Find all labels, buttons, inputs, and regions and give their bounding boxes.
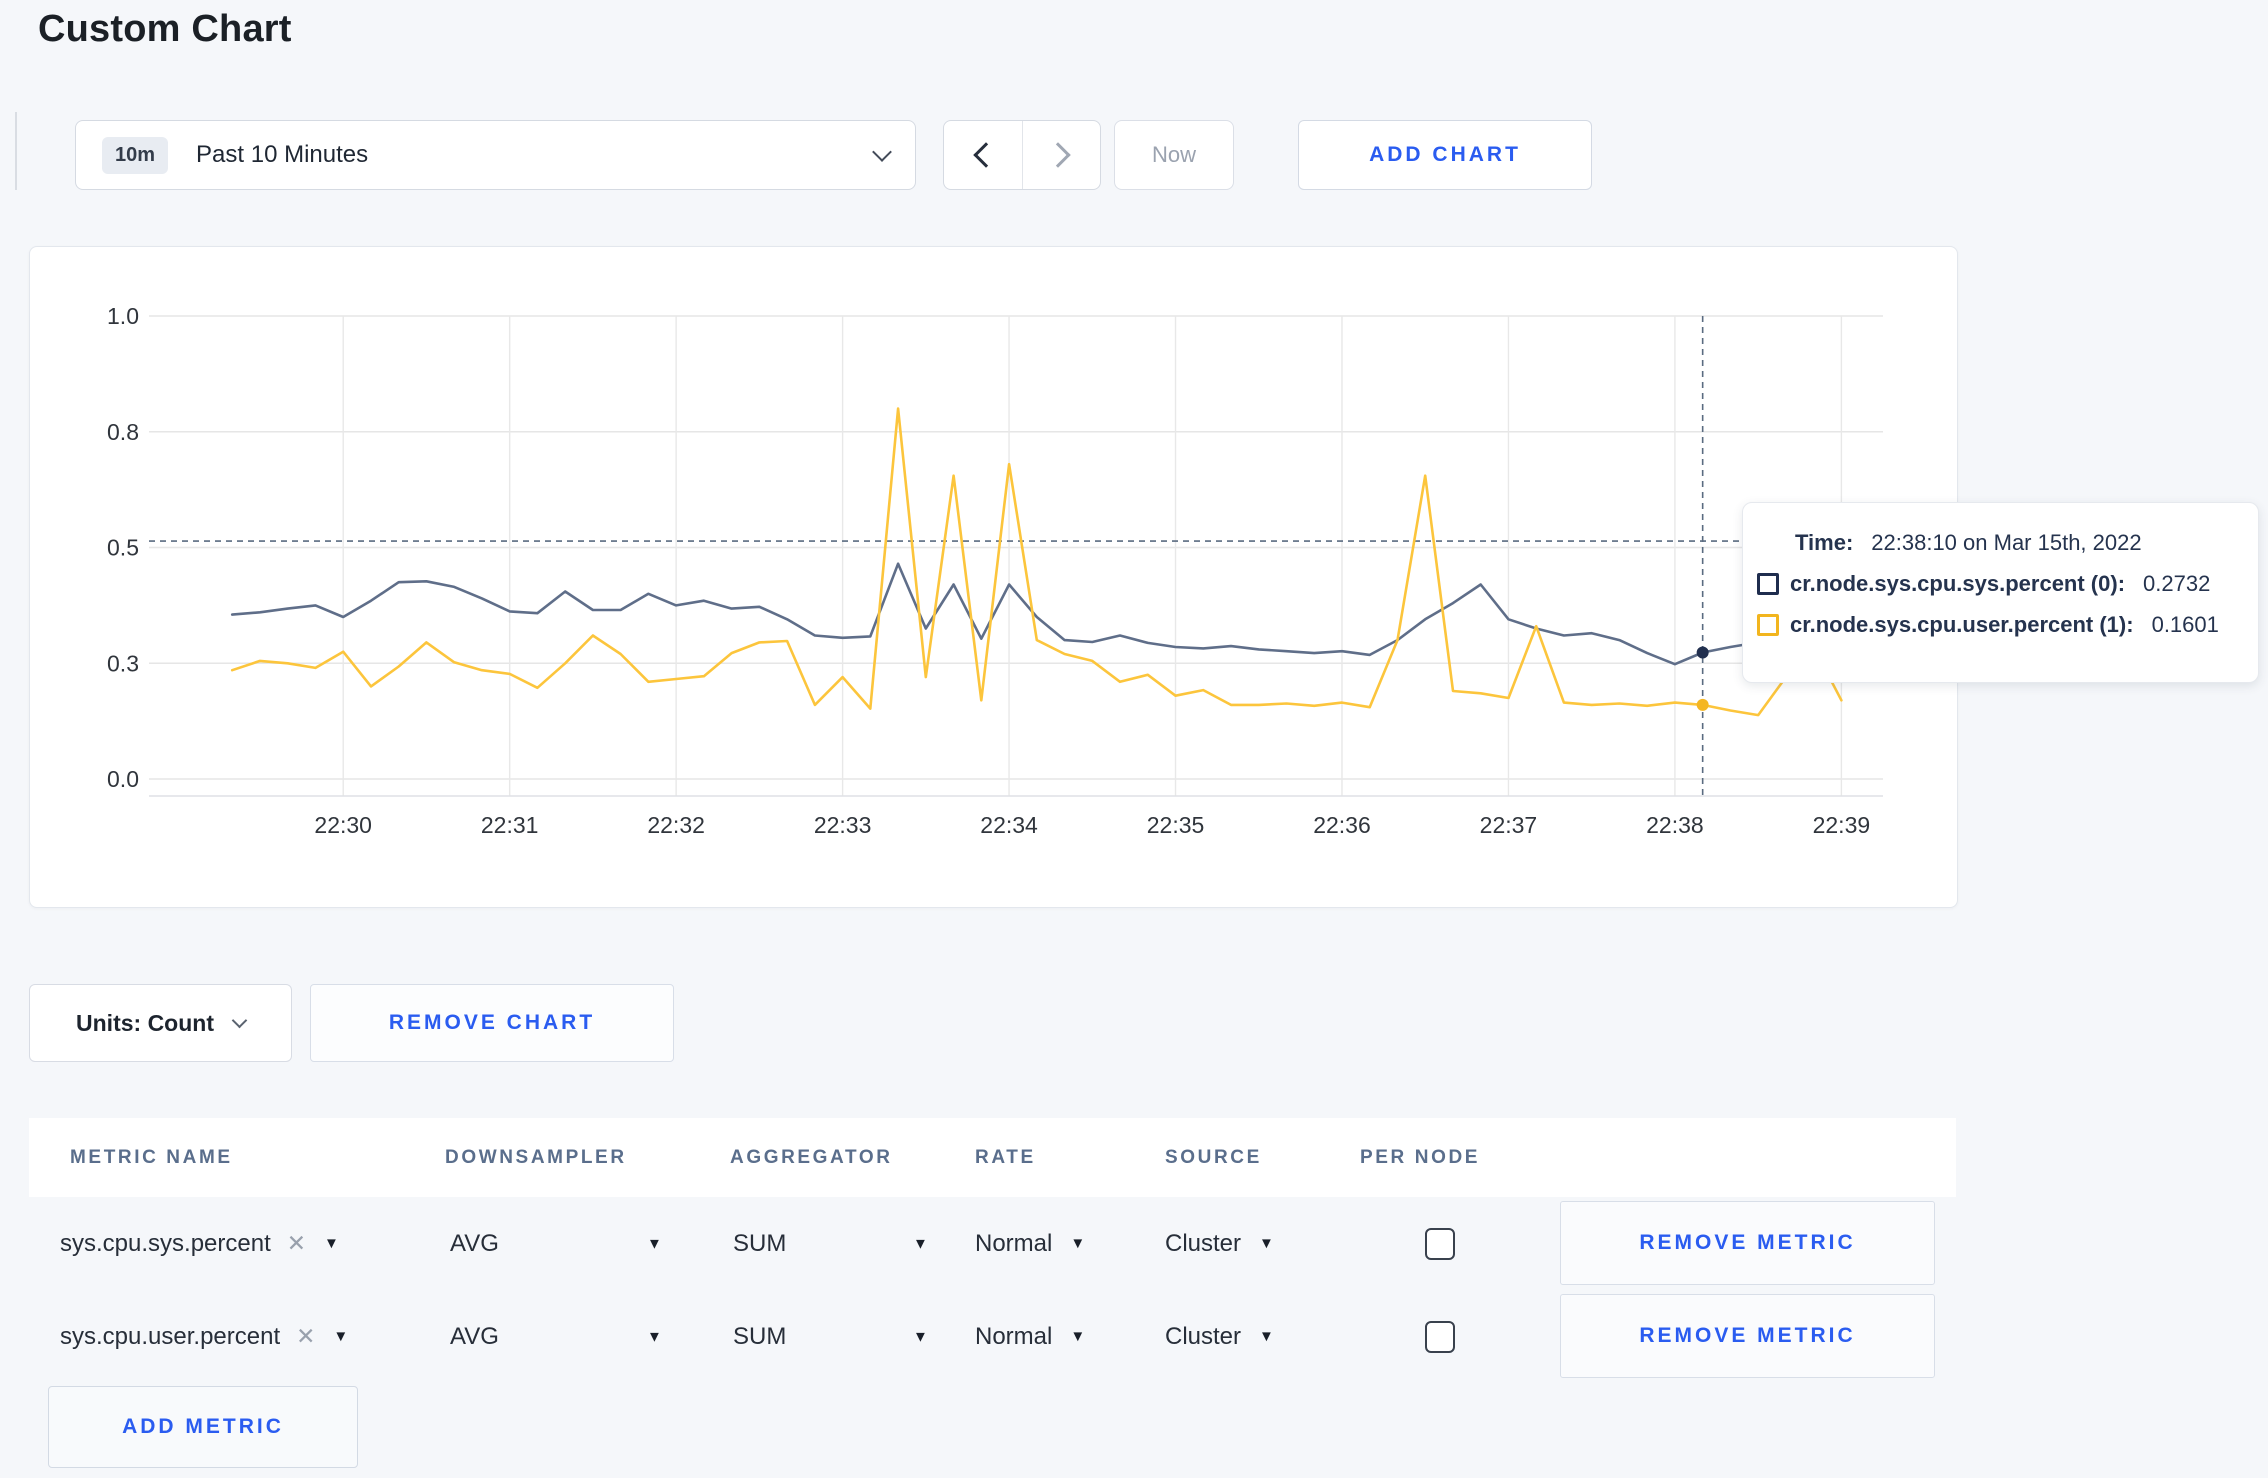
timeframe-badge: 10m — [102, 136, 169, 174]
chevron-down-icon: ▼ — [333, 1328, 349, 1345]
header-source: SOURCE — [1165, 1146, 1262, 1168]
timeframe-select[interactable]: 10m Past 10 Minutes — [75, 120, 916, 190]
chevron-down-icon: ▼ — [1070, 1328, 1086, 1345]
chevron-right-icon — [1045, 142, 1071, 168]
tooltip-time-label: Time: — [1795, 530, 1854, 555]
header-aggregator: AGGREGATOR — [730, 1146, 893, 1168]
table-row: sys.cpu.sys.percent ✕ ▼ AVG ▼ SUM ▼ Norm… — [29, 1197, 1956, 1290]
series-user-swatch-icon — [1757, 614, 1779, 636]
chevron-down-icon[interactable]: ▼ — [913, 1328, 928, 1345]
source-select[interactable]: Cluster ▼ — [1165, 1323, 1274, 1351]
rate-select[interactable]: Normal ▼ — [975, 1323, 1085, 1351]
clear-metric-icon[interactable]: ✕ — [287, 1230, 306, 1257]
x-tick-label: 22:34 — [980, 812, 1038, 838]
source-value: Cluster — [1165, 1322, 1242, 1350]
units-label: Units: Count — [76, 1009, 214, 1036]
y-tick-label: 0.3 — [107, 650, 139, 676]
y-tick-label: 0.0 — [107, 766, 139, 792]
rate-value: Normal — [975, 1229, 1053, 1257]
per-node-checkbox[interactable] — [1425, 1227, 1455, 1260]
per-node-checkbox[interactable] — [1425, 1320, 1455, 1353]
chart-card: 0.0 0.3 0.5 0.8 1.0 22:30 22:31 22:32 22:33 22:34… — [29, 246, 1958, 908]
metrics-chart[interactable]: 0.0 0.3 0.5 0.8 1.0 22:30 22:31 22:32 22:33 22:34… — [30, 247, 1957, 907]
chevron-down-icon: ▼ — [1070, 1235, 1086, 1252]
timeframe-label: Past 10 Minutes — [196, 141, 369, 168]
x-tick-label: 22:32 — [647, 812, 705, 838]
source-select[interactable]: Cluster ▼ — [1165, 1230, 1274, 1258]
downsampler-select[interactable]: AVG — [450, 1323, 499, 1351]
time-nav-group — [943, 120, 1101, 190]
y-tick-label: 1.0 — [107, 303, 139, 329]
header-per-node: PER NODE — [1360, 1146, 1481, 1168]
tooltip-series-user-name: cr.node.sys.cpu.user.percent (1): — [1790, 612, 2134, 637]
metric-name-select[interactable]: sys.cpu.user.percent ✕ ▼ — [60, 1323, 348, 1351]
time-next-button[interactable] — [1023, 121, 1101, 189]
y-tick-label: 0.5 — [107, 535, 139, 561]
add-metric-button[interactable]: ADD METRIC — [48, 1386, 358, 1468]
header-rate: RATE — [975, 1146, 1036, 1168]
x-tick-label: 22:38 — [1646, 812, 1704, 838]
aggregator-value: SUM — [733, 1229, 787, 1257]
aggregator-select[interactable]: SUM — [733, 1230, 786, 1258]
rate-value: Normal — [975, 1322, 1053, 1350]
tooltip-series-sys-value: 0.2732 — [2143, 571, 2211, 596]
x-tick-label: 22:37 — [1480, 812, 1538, 838]
header-metric-name: METRIC NAME — [70, 1146, 233, 1168]
x-tick-label: 22:39 — [1813, 812, 1871, 838]
aggregator-select[interactable]: SUM — [733, 1323, 786, 1351]
x-tick-label: 22:35 — [1147, 812, 1205, 838]
remove-metric-button[interactable]: REMOVE METRIC — [1560, 1294, 1935, 1378]
chevron-down-icon: ▼ — [1259, 1328, 1274, 1345]
x-tick-label: 22:33 — [814, 812, 872, 838]
source-value: Cluster — [1165, 1229, 1242, 1257]
metric-name-label: sys.cpu.sys.percent — [60, 1229, 271, 1257]
time-prev-button[interactable] — [944, 121, 1023, 189]
chevron-down-icon — [231, 1012, 248, 1028]
metric-name-select[interactable]: sys.cpu.sys.percent ✕ ▼ — [60, 1230, 339, 1258]
rate-select[interactable]: Normal ▼ — [975, 1230, 1085, 1258]
remove-chart-button[interactable]: REMOVE CHART — [310, 984, 674, 1062]
x-tick-label: 22:36 — [1313, 812, 1371, 838]
x-tick-label: 22:30 — [314, 812, 372, 838]
series-sys-swatch-icon — [1757, 573, 1779, 595]
crosshair-marker — [1696, 646, 1709, 659]
clear-metric-icon[interactable]: ✕ — [296, 1323, 315, 1350]
table-row: sys.cpu.user.percent ✕ ▼ AVG ▼ SUM ▼ Nor… — [29, 1290, 1956, 1383]
chevron-down-icon: ▼ — [324, 1235, 339, 1252]
x-tick-label: 22:31 — [481, 812, 539, 838]
chevron-down-icon[interactable]: ▼ — [647, 1235, 662, 1252]
page-title: Custom Chart — [38, 8, 292, 50]
chart-tooltip: Time: 22:38:10 on Mar 15th, 2022 cr.node… — [1742, 502, 2259, 683]
chevron-down-icon[interactable]: ▼ — [647, 1328, 662, 1345]
chevron-down-icon: ▼ — [1259, 1235, 1274, 1252]
remove-metric-button[interactable]: REMOVE METRIC — [1560, 1201, 1935, 1285]
aggregator-value: SUM — [733, 1322, 787, 1350]
toolbar-divider — [15, 112, 17, 190]
units-select[interactable]: Units: Count — [29, 984, 292, 1062]
metrics-table-header: METRIC NAME DOWNSAMPLER AGGREGATOR RATE … — [29, 1118, 1956, 1197]
chevron-left-icon — [973, 142, 999, 168]
series-line-user-percent — [230, 407, 1843, 717]
y-tick-label: 0.8 — [107, 419, 139, 445]
header-downsampler: DOWNSAMPLER — [445, 1146, 627, 1168]
tooltip-time-value: 22:38:10 on Mar 15th, 2022 — [1871, 530, 2142, 555]
now-button[interactable]: Now — [1114, 120, 1234, 190]
downsampler-value: AVG — [450, 1322, 499, 1350]
downsampler-select[interactable]: AVG — [450, 1230, 499, 1258]
tooltip-series-user-value: 0.1601 — [2151, 612, 2219, 637]
chevron-down-icon — [872, 142, 892, 162]
crosshair-marker — [1696, 698, 1709, 711]
chevron-down-icon[interactable]: ▼ — [913, 1235, 928, 1252]
metric-name-label: sys.cpu.user.percent — [60, 1322, 281, 1350]
add-chart-button[interactable]: ADD CHART — [1298, 120, 1592, 190]
tooltip-series-sys-name: cr.node.sys.cpu.sys.percent (0): — [1790, 571, 2126, 596]
downsampler-value: AVG — [450, 1229, 499, 1257]
series-line-sys-percent — [230, 562, 1843, 666]
